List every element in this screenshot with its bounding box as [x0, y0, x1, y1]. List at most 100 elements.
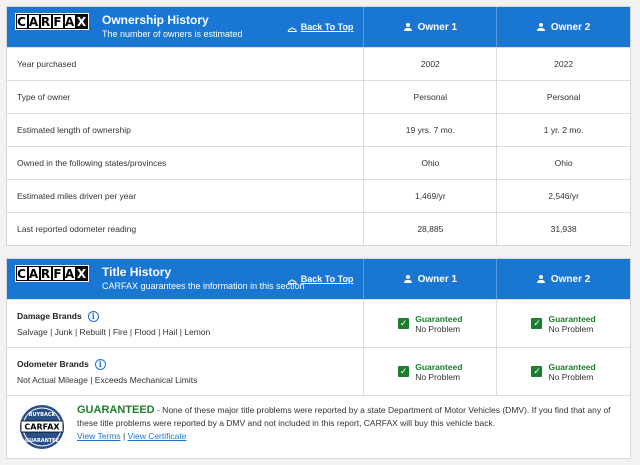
row-label: Estimated length of ownership — [7, 114, 365, 146]
back-to-top-link[interactable]: ︿ Back To Top — [288, 20, 354, 33]
owner-1-value: 2002 — [364, 48, 498, 80]
owner-1-value: Personal — [364, 81, 498, 113]
brand-title-line: Odometer Brands i — [17, 358, 106, 370]
owner-2-value: 31,938 — [550, 224, 577, 234]
logo-letter: A — [28, 14, 40, 29]
status-cell: ✓ Guaranteed No Problem — [531, 314, 596, 334]
owner-1-status: ✓ Guaranteed No Problem — [364, 348, 498, 395]
badge-top-text: BUYBACK — [29, 412, 57, 418]
carfax-logo-letters: C A R F A X — [15, 265, 89, 282]
table-row: Year purchased 2002 2022 — [7, 47, 630, 80]
guarantee-section: BUYBACK CARFAX GUARANTEE GUARANTEED - No… — [7, 395, 630, 458]
owner-1-value: 1,469/yr — [364, 180, 498, 212]
logo-letter: X — [76, 14, 88, 29]
guarantee-links: View Terms | View Certificate — [77, 430, 622, 443]
owner-2-value: 1 yr. 2 mo. — [543, 125, 584, 135]
logo-letter: C — [16, 266, 28, 281]
owner-label: Owner 1 — [417, 273, 458, 285]
status-cell: ✓ Guaranteed No Problem — [398, 314, 462, 334]
info-icon[interactable]: i — [87, 310, 99, 322]
logo-letter: C — [16, 14, 28, 29]
person-icon — [536, 275, 545, 283]
table-row: Last reported odometer reading 28,885 31… — [7, 212, 630, 245]
ownership-history-panel: C A R F A X Ownership History The number… — [6, 6, 631, 246]
logo-letter: F — [52, 266, 64, 281]
title-header-main: C A R F A X Title History CARFAX guarant… — [7, 259, 365, 299]
row-label: Estimated miles driven per year — [7, 180, 365, 212]
table-row: Type of owner Personal Personal — [7, 80, 630, 113]
owner-2-value: Ohio — [554, 158, 573, 168]
status-text: Guaranteed No Problem — [548, 362, 595, 382]
guarantee-heading: GUARANTEED — [77, 404, 155, 416]
ownership-header-main: C A R F A X Ownership History The number… — [7, 7, 365, 47]
status-text: Guaranteed No Problem — [548, 314, 595, 334]
owner-2-value: 2,546/yr — [548, 191, 579, 201]
checkmark-icon: ✓ — [398, 366, 410, 377]
status-no-problem: No Problem — [548, 371, 594, 382]
owner-1-value: 19 yrs. 7 mo. — [364, 114, 498, 146]
badge-bottom-text: GUARANTEE — [25, 438, 60, 444]
owner-label: Owner 1 — [417, 21, 458, 33]
row-label: Type of owner — [7, 81, 365, 113]
owner-1-value: 28,885 — [364, 213, 498, 245]
owner-1-value: Ohio — [364, 147, 498, 179]
carfax-logo: C A R F A X — [15, 265, 89, 282]
person-icon — [403, 23, 412, 31]
owner-1-header: Owner 1 — [364, 7, 498, 47]
owner-1-header: Owner 1 — [364, 259, 498, 299]
logo-letter: F — [52, 14, 64, 29]
title-brand-row: Damage Brands i Salvage | Junk | Rebuilt… — [7, 299, 630, 347]
section-title: Title History — [102, 265, 172, 279]
table-row: Owned in the following states/provinces … — [7, 146, 630, 179]
person-icon — [536, 23, 545, 31]
brand-list: Not Actual Mileage | Exceeds Mechanical … — [17, 374, 198, 385]
status-guaranteed: Guaranteed — [415, 313, 463, 324]
brand-cell: Odometer Brands i Not Actual Mileage | E… — [7, 348, 365, 395]
carfax-logo: C A R F A X — [15, 13, 89, 30]
guarantee-body: - None of these major title problems wer… — [77, 405, 611, 428]
guarantee-text: GUARANTEED - None of these major title p… — [77, 404, 622, 450]
logo-letter: A — [64, 14, 76, 29]
status-guaranteed: Guaranteed — [548, 361, 596, 372]
section-title: Ownership History — [102, 13, 209, 27]
checkmark-icon: ✓ — [531, 318, 543, 329]
table-row: Estimated miles driven per year 1,469/yr… — [7, 179, 630, 212]
view-certificate-link[interactable]: View Certificate — [128, 431, 187, 441]
back-to-top-link[interactable]: ︿ Back To Top — [288, 272, 354, 285]
buyback-guarantee-badge-icon: BUYBACK CARFAX GUARANTEE — [20, 405, 64, 449]
table-row: Estimated length of ownership 19 yrs. 7 … — [7, 113, 630, 146]
view-terms-link[interactable]: View Terms — [77, 431, 121, 441]
status-no-problem: No Problem — [415, 323, 461, 334]
owner-label: Owner 2 — [550, 273, 591, 285]
logo-letter: A — [64, 266, 76, 281]
status-no-problem: No Problem — [415, 371, 461, 382]
status-guaranteed: Guaranteed — [415, 361, 463, 372]
badge-center-text: CARFAX — [24, 423, 60, 432]
owner-1-status: ✓ Guaranteed No Problem — [364, 300, 498, 347]
brand-title: Odometer Brands — [17, 359, 89, 369]
status-text: Guaranteed No Problem — [415, 362, 462, 382]
ownership-header: C A R F A X Ownership History The number… — [7, 7, 630, 47]
brand-title: Damage Brands — [17, 311, 82, 321]
checkmark-icon: ✓ — [531, 366, 543, 377]
ownership-header-text: Ownership History The number of owners i… — [102, 13, 243, 40]
back-to-top-label: Back To Top — [300, 21, 354, 32]
owner-2-value: 2022 — [554, 59, 574, 69]
brand-cell: Damage Brands i Salvage | Junk | Rebuilt… — [7, 300, 365, 347]
row-label: Last reported odometer reading — [7, 213, 365, 245]
owner-2-status: ✓ Guaranteed No Problem — [497, 300, 630, 347]
owner-2-status: ✓ Guaranteed No Problem — [497, 348, 630, 395]
section-subtitle: The number of owners is estimated — [102, 29, 243, 39]
title-brand-row: Odometer Brands i Not Actual Mileage | E… — [7, 347, 630, 395]
status-text: Guaranteed No Problem — [415, 314, 462, 334]
checkmark-icon: ✓ — [398, 318, 410, 329]
row-label: Year purchased — [7, 48, 365, 80]
link-separator: | — [120, 431, 128, 441]
status-guaranteed: Guaranteed — [548, 313, 596, 324]
section-subtitle: CARFAX guarantees the information in thi… — [102, 281, 305, 291]
info-icon[interactable]: i — [94, 358, 106, 370]
status-no-problem: No Problem — [548, 323, 594, 334]
logo-letter: X — [76, 266, 88, 281]
title-header-text: Title History CARFAX guarantees the info… — [102, 265, 305, 292]
owner-2-value: Personal — [546, 92, 581, 102]
